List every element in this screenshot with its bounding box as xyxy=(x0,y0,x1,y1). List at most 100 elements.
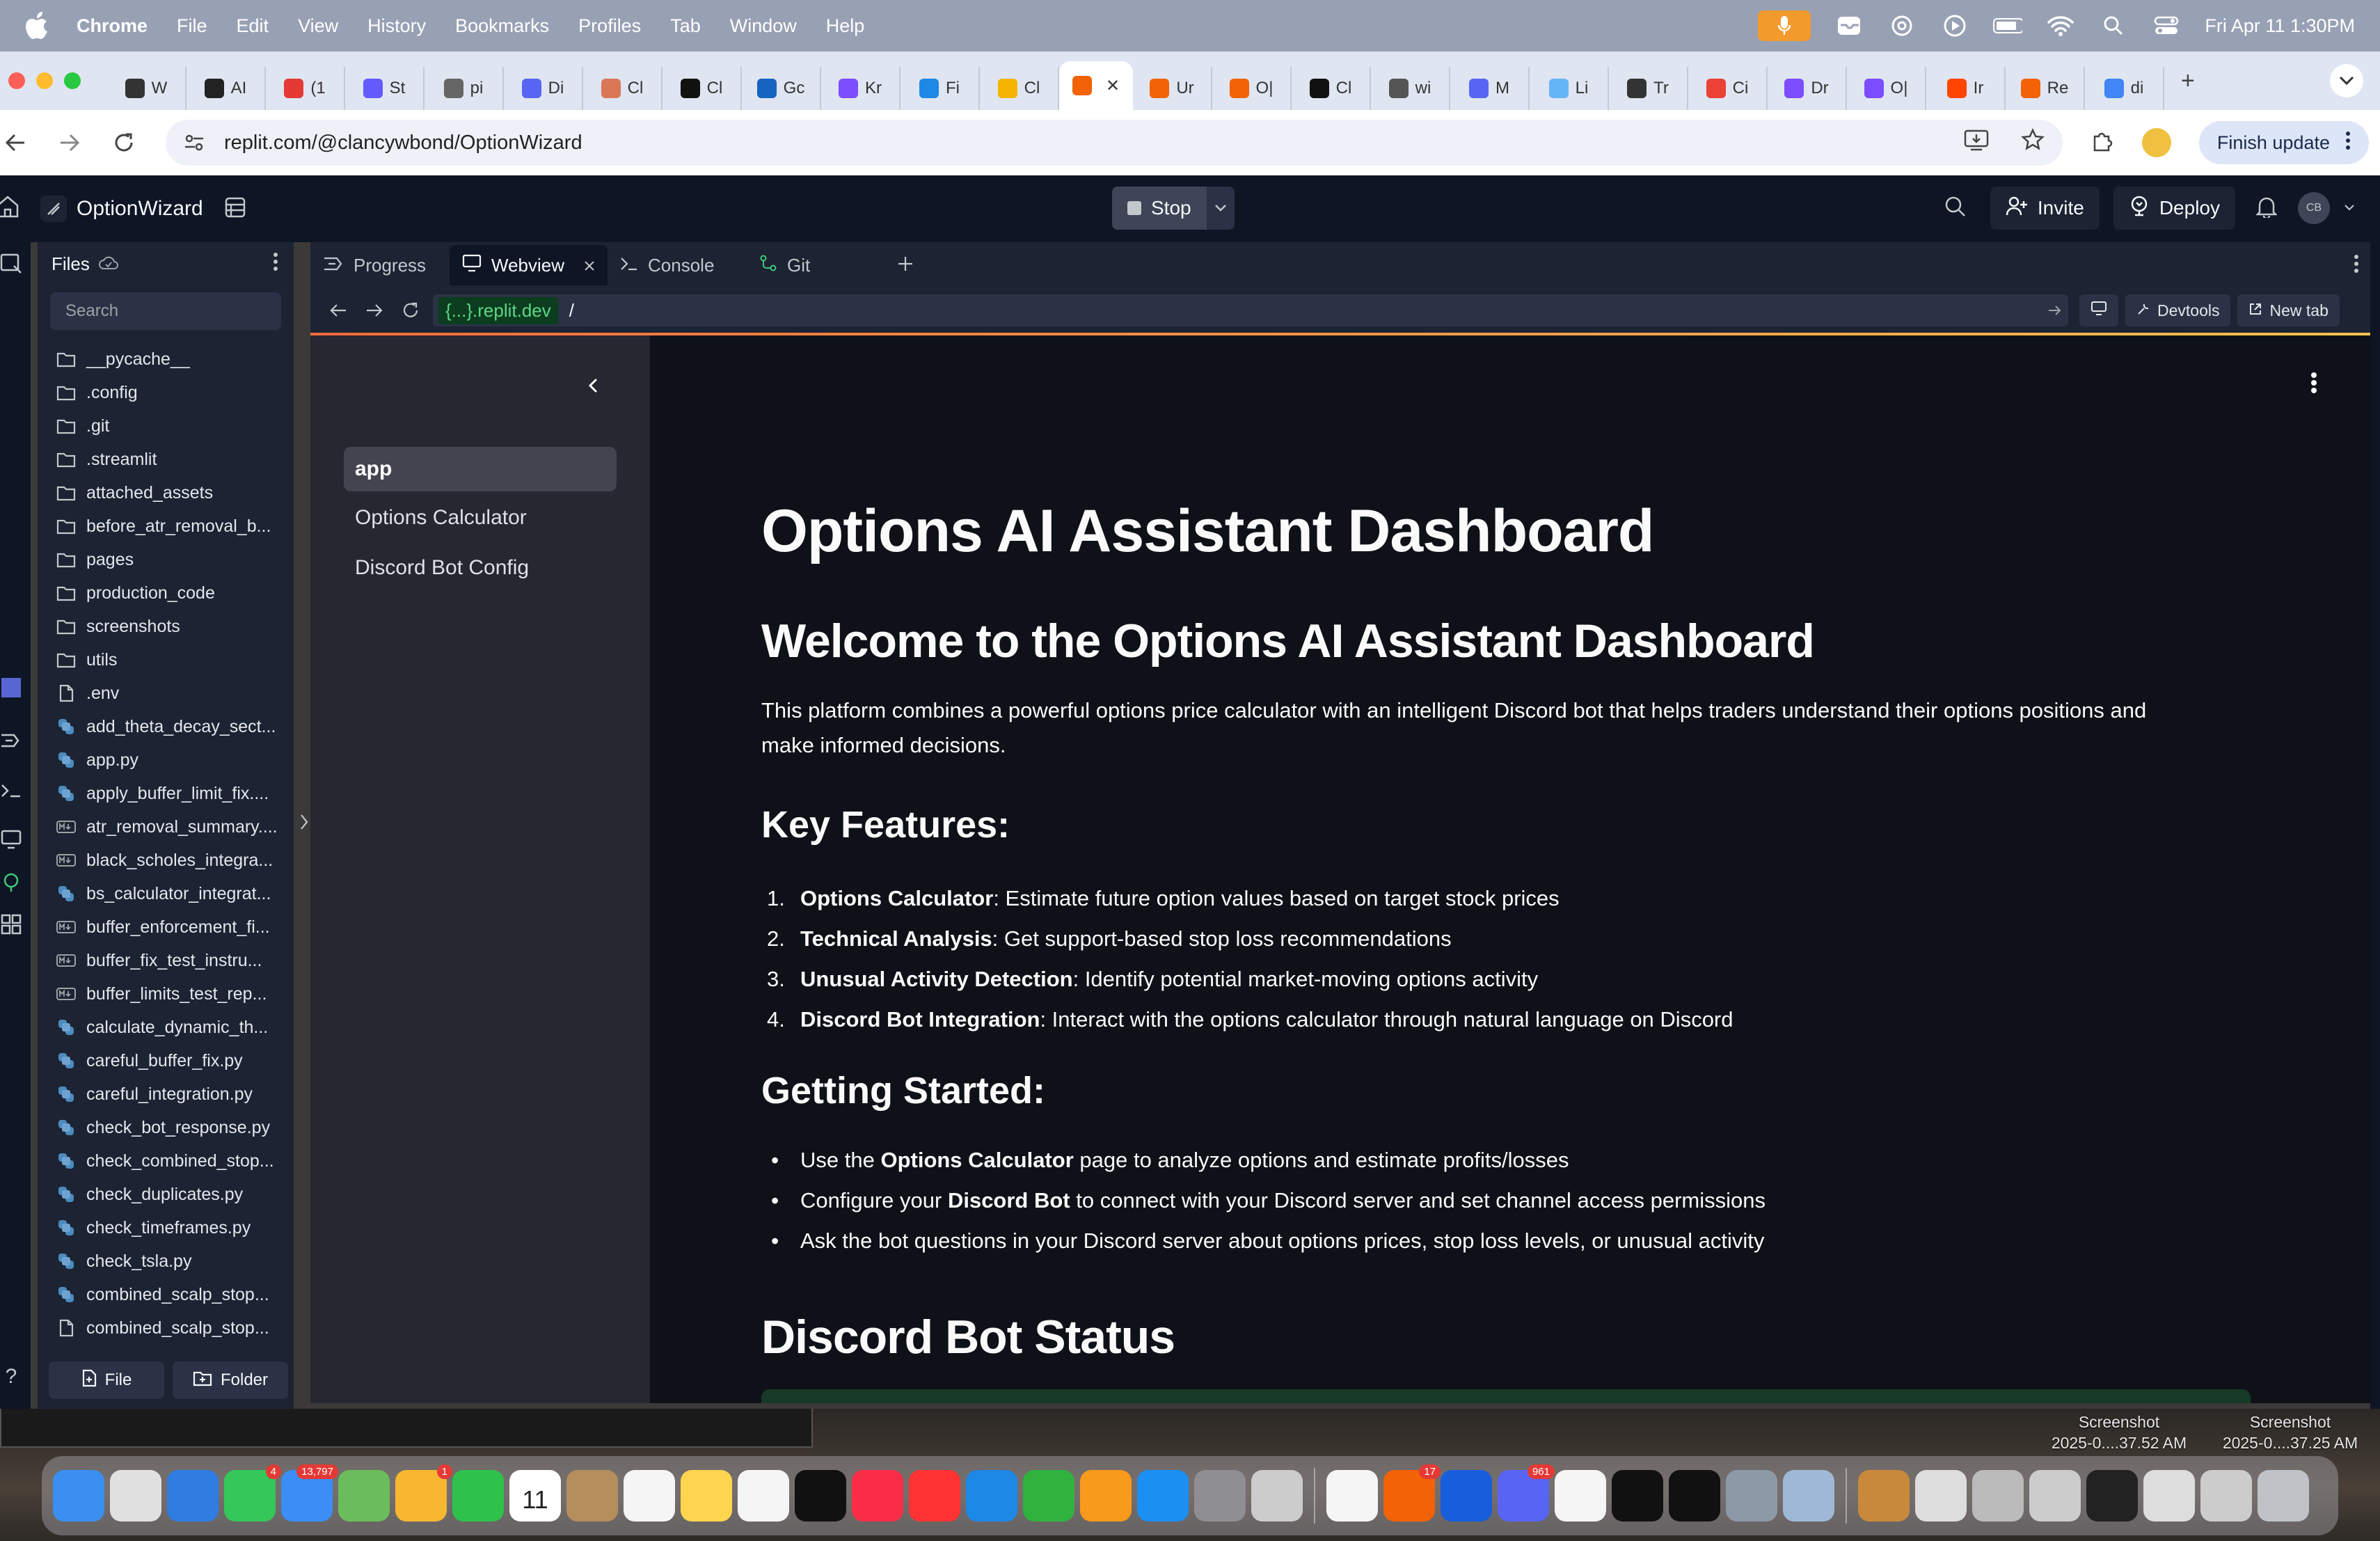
pages-icon[interactable] xyxy=(1080,1470,1132,1522)
maps-icon[interactable] xyxy=(338,1470,390,1522)
collapse-sidebar-chevron-icon[interactable] xyxy=(579,372,607,400)
home-icon[interactable] xyxy=(0,195,24,223)
downloads-icon[interactable] xyxy=(1726,1470,1777,1522)
new-file-button[interactable]: File xyxy=(49,1361,164,1399)
file-tree-item[interactable]: careful_integration.py xyxy=(38,1077,294,1111)
file-tree-item[interactable]: .env xyxy=(38,677,294,710)
new-folder-button[interactable]: Folder xyxy=(173,1361,288,1399)
tab-webview[interactable]: Webview xyxy=(450,245,608,285)
file-tree-item[interactable]: .config xyxy=(38,376,294,409)
devtools-button[interactable]: Devtools xyxy=(2125,294,2231,326)
browser-tab[interactable]: O| xyxy=(1212,67,1292,110)
browser-tab[interactable]: AI xyxy=(187,67,266,110)
tradingview-icon[interactable] xyxy=(1669,1470,1720,1522)
profile-avatar[interactable] xyxy=(2141,128,2171,157)
add-tab-icon[interactable] xyxy=(897,255,914,276)
facetime-icon[interactable] xyxy=(452,1470,504,1522)
menu-view[interactable]: View xyxy=(298,15,338,37)
control-center-icon[interactable] xyxy=(2152,11,2181,40)
project-name[interactable]: OptionWizard xyxy=(77,197,203,221)
menu-file[interactable]: File xyxy=(177,15,207,37)
browser-tab[interactable]: (1 xyxy=(266,67,345,110)
menu-window[interactable]: Window xyxy=(730,15,797,37)
file-tree-item[interactable]: check_combined_stop... xyxy=(38,1144,294,1178)
close-tab-icon[interactable] xyxy=(584,255,595,276)
app-store-icon[interactable] xyxy=(1137,1470,1189,1522)
file-tree-item[interactable]: black_scholes_integra... xyxy=(38,844,294,877)
apple-menu-icon[interactable] xyxy=(25,12,53,40)
progress-tool-icon[interactable] xyxy=(0,729,22,752)
file-tree-item[interactable]: combined_scalp_stop... xyxy=(38,1311,294,1345)
tab-console[interactable]: Console xyxy=(608,245,747,285)
minimize-window-button[interactable] xyxy=(36,72,53,89)
browser-tab[interactable]: M xyxy=(1450,67,1530,110)
file-tree-item[interactable]: check_timeframes.py xyxy=(38,1211,294,1244)
numbers-icon[interactable] xyxy=(1023,1470,1074,1522)
browser-tab[interactable]: Ir xyxy=(1926,67,2006,110)
file-tree-item[interactable]: pages xyxy=(38,543,294,576)
webview-reload-icon[interactable] xyxy=(397,297,425,324)
browser-tab[interactable]: Dr xyxy=(1768,67,1847,110)
file-tree-item[interactable]: .git xyxy=(38,409,294,443)
keynote-icon[interactable] xyxy=(966,1470,1017,1522)
files-menu-icon[interactable] xyxy=(273,252,278,276)
browser-tab[interactable]: Cl xyxy=(1292,67,1371,110)
site-info-icon[interactable] xyxy=(184,134,205,152)
file-tree-item[interactable]: bs_calculator_integrat... xyxy=(38,877,294,910)
menu-history[interactable]: History xyxy=(367,15,426,37)
browser-tab[interactable]: Tr xyxy=(1609,67,1688,110)
bitwarden-icon[interactable] xyxy=(1441,1470,1492,1522)
finder-icon[interactable] xyxy=(53,1470,104,1522)
desktop-screenshot-2[interactable]: Screenshot 2025-0....37.25 AM xyxy=(2203,1412,2377,1453)
trash-icon[interactable] xyxy=(2258,1470,2309,1522)
webview-back-icon[interactable] xyxy=(324,297,352,324)
browser-tab[interactable]: di xyxy=(2085,67,2164,110)
reminders-icon[interactable] xyxy=(624,1470,675,1522)
doc-6-icon[interactable] xyxy=(2200,1470,2252,1522)
browser-tab[interactable]: pi xyxy=(425,67,504,110)
freeform-icon[interactable] xyxy=(738,1470,789,1522)
finish-update-button[interactable]: Finish update xyxy=(2198,121,2369,164)
browser-tab[interactable]: Fi xyxy=(901,67,980,110)
workflows-tool-icon[interactable] xyxy=(0,677,22,699)
browser-tab[interactable]: St xyxy=(345,67,425,110)
chrome-icon[interactable] xyxy=(1326,1470,1378,1522)
chatgpt-menu-icon[interactable] xyxy=(1887,11,1917,40)
doc-5-icon[interactable] xyxy=(2143,1470,2195,1522)
deployments-tool-icon[interactable] xyxy=(0,871,22,894)
webview-tool-icon[interactable] xyxy=(0,828,22,851)
browser-tab[interactable]: Cl xyxy=(980,67,1059,110)
files-tool-icon[interactable] xyxy=(0,252,22,274)
stop-button[interactable]: Stop xyxy=(1112,187,1207,230)
terminal-tool-icon[interactable] xyxy=(0,780,22,802)
file-tree-item[interactable]: before_atr_removal_b... xyxy=(38,509,294,543)
browser-tab[interactable]: Cl xyxy=(583,67,663,110)
browser-tab[interactable]: Kr xyxy=(821,67,901,110)
browser-tab[interactable]: Di xyxy=(504,67,583,110)
install-app-icon[interactable] xyxy=(1964,129,1989,157)
extensions-puzzle-icon[interactable] xyxy=(2091,129,2114,157)
file-tree-item[interactable]: calculate_dynamic_th... xyxy=(38,1011,294,1044)
help-icon[interactable]: ? xyxy=(0,1365,22,1388)
contacts-icon[interactable] xyxy=(566,1470,618,1522)
device-preview-button[interactable] xyxy=(2079,294,2118,326)
omnibox[interactable]: replit.com/@clancywbond/OptionWizard xyxy=(166,120,2063,166)
browser-tab[interactable]: Li xyxy=(1530,67,1609,110)
browser-tab[interactable]: Re xyxy=(2006,67,2085,110)
back-icon[interactable] xyxy=(0,123,35,162)
webview-forward-icon[interactable] xyxy=(360,297,388,324)
file-tree-item[interactable]: .streamlit xyxy=(38,443,294,476)
menubar-clock[interactable]: Fri Apr 11 1:30PM xyxy=(2205,15,2355,37)
file-tree-item[interactable]: apply_buffer_limit_fix.... xyxy=(38,777,294,810)
battery-icon[interactable] xyxy=(1993,11,2023,40)
music-icon[interactable] xyxy=(852,1470,903,1522)
forward-icon[interactable] xyxy=(50,123,89,162)
database-icon[interactable] xyxy=(224,196,246,222)
browser-tab[interactable]: wi xyxy=(1371,67,1450,110)
user-avatar[interactable]: CB xyxy=(2298,192,2330,224)
menu-edit[interactable]: Edit xyxy=(237,15,269,37)
news-icon[interactable] xyxy=(909,1470,960,1522)
launchpad-icon[interactable] xyxy=(110,1470,161,1522)
file-tree-item[interactable]: check_tsla.py xyxy=(38,1244,294,1278)
close-tab-icon[interactable]: ✕ xyxy=(1106,76,1120,96)
